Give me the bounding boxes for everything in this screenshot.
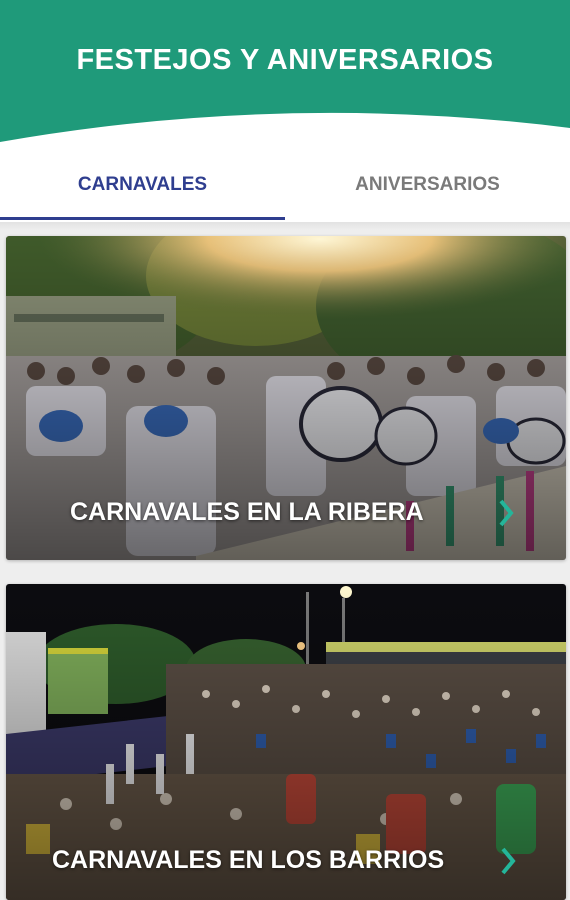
chevron-right-icon (499, 499, 514, 527)
tab-bar: CARNAVALES ANIVERSARIOS (0, 150, 570, 222)
card-carnavales-barrios[interactable]: CARNAVALES EN LOS BARRIOS (6, 584, 566, 900)
active-tab-indicator (0, 217, 285, 220)
card-title: CARNAVALES EN LOS BARRIOS (52, 846, 445, 874)
tab-carnavales[interactable]: CARNAVALES (0, 150, 285, 220)
card-carnavales-ribera[interactable]: CARNAVALES EN LA RIBERA (6, 236, 566, 560)
tab-aniversarios[interactable]: ANIVERSARIOS (285, 150, 570, 220)
chevron-right-icon (501, 847, 516, 875)
tab-bar-shadow (0, 222, 570, 230)
card-title: CARNAVALES EN LA RIBERA (70, 498, 424, 526)
header-background (0, 0, 570, 142)
app-header: FESTEJOS Y ANIVERSARIOS (0, 0, 570, 160)
page-title: FESTEJOS Y ANIVERSARIOS (76, 44, 494, 76)
